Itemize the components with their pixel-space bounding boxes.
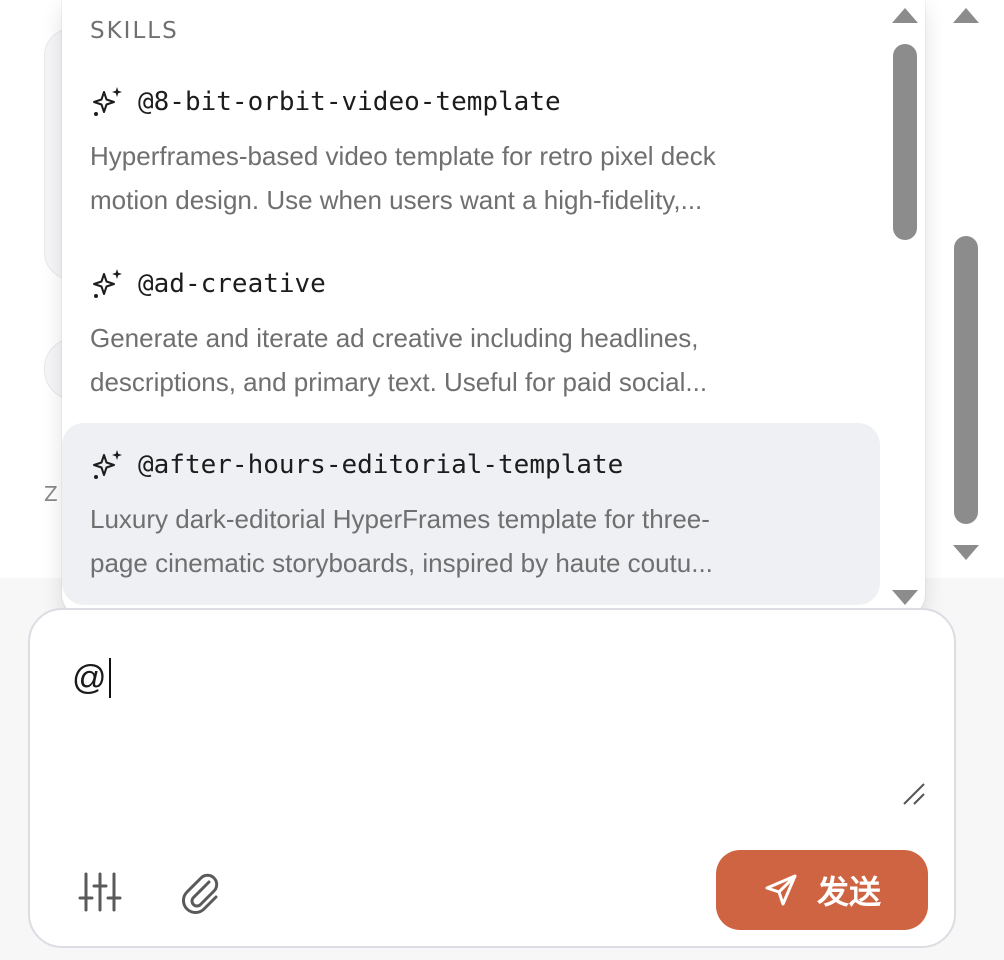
skill-description-line: page cinematic storyboards, inspired by … bbox=[90, 548, 713, 578]
resize-handle-icon[interactable] bbox=[900, 780, 926, 806]
message-composer[interactable]: @ 发送 bbox=[28, 608, 956, 948]
scroll-down-arrow-icon[interactable] bbox=[953, 545, 979, 560]
popup-scrollbar[interactable] bbox=[884, 0, 924, 618]
skill-description-line: Generate and iterate ad creative includi… bbox=[90, 323, 699, 353]
skill-title-row: @8-bit-orbit-video-template bbox=[90, 82, 561, 122]
send-button[interactable]: 发送 bbox=[716, 850, 928, 930]
message-input[interactable]: @ bbox=[72, 658, 111, 698]
popup-header: SKILLS bbox=[90, 18, 179, 44]
sparkles-icon bbox=[93, 269, 122, 298]
skill-item[interactable]: @8-bit-orbit-video-template Hyperframes-… bbox=[62, 82, 880, 264]
send-icon bbox=[765, 874, 797, 906]
skill-description-line: descriptions, and primary text. Useful f… bbox=[90, 367, 708, 397]
scroll-down-arrow-icon[interactable] bbox=[892, 590, 918, 605]
skill-description-line: motion design. Use when users want a hig… bbox=[90, 185, 703, 215]
skill-name: @after-hours-editorial-template bbox=[138, 450, 624, 480]
scroll-up-arrow-icon[interactable] bbox=[953, 8, 979, 23]
message-input-value: @ bbox=[72, 658, 107, 697]
skill-title-row: @after-hours-editorial-template bbox=[90, 445, 623, 485]
skill-description-line: Luxury dark-editorial HyperFrames templa… bbox=[90, 504, 710, 534]
page-scrollbar[interactable] bbox=[944, 0, 988, 578]
skill-description: Luxury dark-editorial HyperFrames templa… bbox=[90, 497, 860, 585]
sparkles-icon bbox=[93, 450, 122, 479]
text-caret bbox=[108, 658, 111, 698]
scrollbar-thumb[interactable] bbox=[954, 236, 978, 524]
skills-popup: SKILLS @8-bit-orbit-video-template Hyper… bbox=[62, 0, 925, 618]
skill-name: @ad-creative bbox=[138, 269, 326, 299]
skill-item[interactable]: @ad-creative Generate and iterate ad cre… bbox=[62, 264, 880, 446]
paperclip-icon[interactable] bbox=[176, 868, 224, 916]
obscured-text: Z bbox=[44, 482, 58, 506]
skill-description-line: Hyperframes-based video template for ret… bbox=[90, 141, 716, 171]
skill-description: Generate and iterate ad creative includi… bbox=[90, 316, 860, 404]
skill-item-selected[interactable]: @after-hours-editorial-template Luxury d… bbox=[62, 423, 880, 605]
send-button-label: 发送 bbox=[816, 873, 881, 911]
skill-description: Hyperframes-based video template for ret… bbox=[90, 134, 860, 222]
scroll-up-arrow-icon[interactable] bbox=[892, 8, 918, 23]
scrollbar-thumb[interactable] bbox=[893, 44, 917, 240]
skill-title-row: @ad-creative bbox=[90, 264, 326, 304]
sparkles-icon bbox=[93, 87, 122, 116]
skill-name: @8-bit-orbit-video-template bbox=[138, 87, 561, 117]
sliders-icon[interactable] bbox=[76, 868, 124, 916]
